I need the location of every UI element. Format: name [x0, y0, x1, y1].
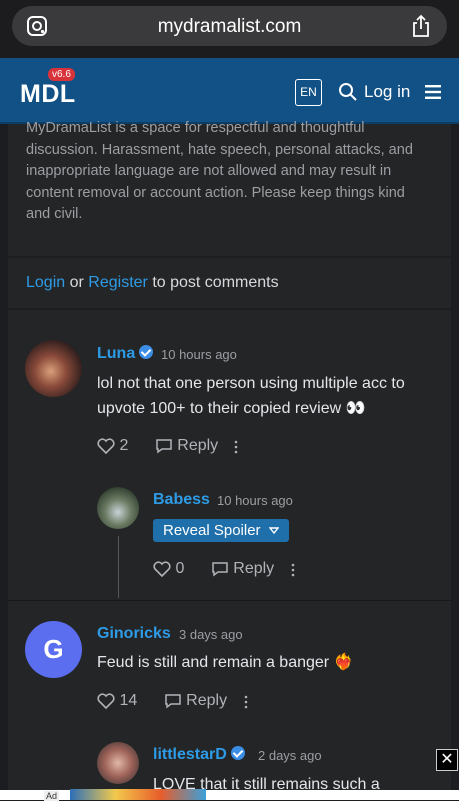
heart-icon[interactable]	[97, 438, 115, 455]
comment-username[interactable]: Luna	[97, 345, 154, 363]
heart-icon[interactable]	[97, 693, 115, 710]
language-button[interactable]: EN	[295, 79, 322, 106]
comment-text-line2: upvote 100+ to their copied review 👀	[97, 400, 366, 417]
reply-icon[interactable]	[164, 693, 182, 709]
comments-section: Luna 10 hours ago lol not that one perso…	[8, 310, 451, 790]
login-link[interactable]: Log in	[364, 82, 410, 102]
reply-button[interactable]: Reply	[233, 560, 274, 578]
reply-actions: 0 Reply	[153, 560, 274, 578]
comment-actions: 14 Reply	[97, 692, 227, 710]
share-icon[interactable]	[411, 14, 431, 38]
verified-icon	[230, 746, 245, 760]
comment-username[interactable]: Ginoricks	[97, 625, 171, 643]
reply-button[interactable]: Reply	[186, 692, 227, 710]
avatar-luna[interactable]	[25, 340, 82, 397]
or-text: or	[69, 274, 84, 291]
mdl-logo[interactable]: MDL	[20, 80, 76, 109]
avatar-babess[interactable]	[97, 487, 139, 529]
ad-image[interactable]	[70, 789, 206, 800]
like-count: 0	[175, 560, 185, 577]
version-badge: v6.6	[48, 68, 75, 81]
reveal-spoiler-button[interactable]: Reveal Spoiler	[153, 519, 289, 542]
ad-banner[interactable]	[0, 790, 459, 800]
comment-text: Feud is still and remain a banger ❤️‍🔥	[97, 654, 354, 671]
chevron-down-icon	[268, 527, 280, 535]
more-options-icon[interactable]	[291, 563, 295, 577]
comment-time: 10 hours ago	[161, 347, 237, 362]
thread-line	[118, 536, 119, 598]
reply-button[interactable]: Reply	[177, 437, 218, 455]
spoiler-label: Reveal Spoiler	[163, 522, 261, 539]
comment-text-line1: lol not that one person using multiple a…	[97, 375, 405, 392]
avatar-littlestard[interactable]	[97, 742, 139, 784]
reply-username[interactable]: Babess	[153, 491, 210, 509]
reply-text: LOVE that it still remains such a	[153, 776, 380, 790]
reply-time: 10 hours ago	[217, 493, 293, 508]
like-count: 14	[119, 692, 138, 709]
close-ad-button[interactable]: ✕	[436, 749, 458, 771]
reply-icon[interactable]	[155, 438, 173, 454]
url-text[interactable]: mydramalist.com	[12, 16, 447, 38]
community-notice: MyDramaList is a space for respectful an…	[8, 120, 451, 256]
comment-divider	[8, 600, 451, 601]
reply-icon[interactable]	[211, 561, 229, 577]
notice-text: MyDramaList is a space for respectful an…	[26, 120, 413, 222]
comment-actions: 2 Reply	[97, 437, 218, 455]
hamburger-menu-icon[interactable]	[425, 85, 441, 99]
register-link[interactable]: Register	[88, 274, 148, 291]
reply-time: 2 days ago	[258, 748, 322, 763]
search-icon[interactable]	[338, 82, 358, 102]
reply-username[interactable]: littlestarD	[153, 746, 245, 764]
site-header: MDL v6.6 EN Log in	[0, 58, 459, 124]
browser-bar: mydramalist.com	[0, 0, 459, 58]
heart-icon[interactable]	[153, 561, 171, 578]
address-bar[interactable]: mydramalist.com	[12, 6, 447, 46]
verified-icon	[139, 345, 154, 359]
more-options-icon[interactable]	[234, 440, 238, 454]
post-prompt-suffix: to post comments	[152, 274, 279, 291]
comment-text: lol not that one person using multiple a…	[97, 371, 437, 421]
login-prompt-link[interactable]: Login	[26, 274, 65, 291]
like-count: 2	[119, 437, 129, 454]
avatar-ginoricks[interactable]: G	[25, 621, 82, 678]
more-options-icon[interactable]	[244, 695, 248, 709]
comment-time: 3 days ago	[179, 627, 243, 642]
post-comment-prompt: Login or Register to post comments	[8, 258, 451, 308]
